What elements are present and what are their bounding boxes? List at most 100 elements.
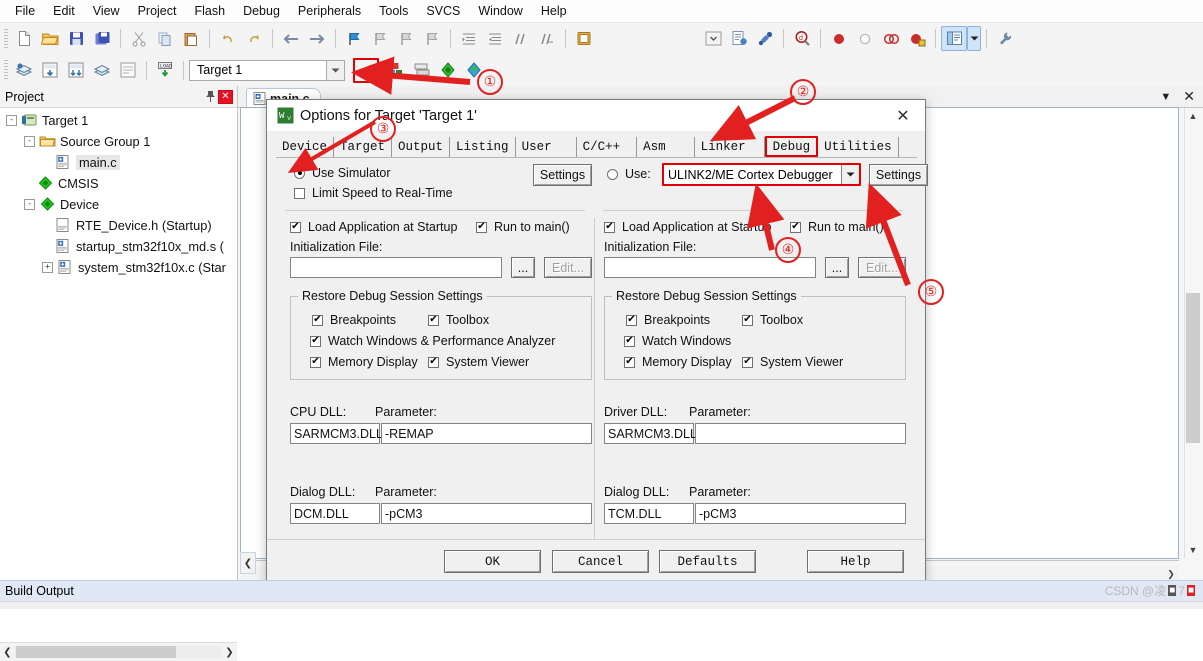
cpu-parameter-input[interactable]: -REMAP [381,423,592,444]
open-folder-icon[interactable] [37,26,63,51]
dialog-tab-debug[interactable]: Debug [764,136,819,157]
menu-item-window[interactable]: Window [469,1,531,21]
left-browse-button[interactable]: ... [511,257,535,278]
dialog-tab-c-c[interactable]: C/C++ [577,137,638,157]
driver-dll-input[interactable]: SARMCM3.DLL [604,423,697,444]
copy-icon[interactable] [152,26,178,51]
target-selector-value[interactable]: Target 1 [189,59,326,81]
debugger-select[interactable]: ULINK2/ME Cortex Debugger [662,163,861,186]
tree-item-startup-stm32f10x-md-s[interactable]: startup_stm32f10x_md.s ( [0,236,237,257]
dialog-tab-asm[interactable]: Asm [637,137,695,157]
options-for-target-icon[interactable] [353,57,379,83]
dialog-tab-user[interactable]: User [516,137,577,157]
chevron-down-icon[interactable] [326,59,345,81]
help-button[interactable]: Help [807,550,904,573]
left-restore-toolbox[interactable]: Toolbox [428,313,489,327]
tree-item-system-stm32f10x-c-star[interactable]: + system_stm32f10x.c (Star [0,257,237,278]
project-tree[interactable]: - Target 1- Source Group 1 main.c CMSIS - Devi… [0,110,237,278]
close-icon[interactable]: ✕ [218,89,233,104]
cpu-dll-input[interactable]: SARMCM3.DLL [290,423,383,444]
comment-icon[interactable] [508,26,534,51]
menu-item-file[interactable]: File [6,1,44,21]
right-run-to-main-checkbox[interactable]: Run to main() [790,220,884,234]
defaults-button[interactable]: Defaults [659,550,756,573]
debugger-settings-button[interactable]: Settings [869,164,928,186]
expand-node-icon[interactable]: + [42,262,53,273]
dialog-tab-output[interactable]: Output [392,137,451,157]
hscroll-track[interactable] [15,646,222,658]
toolbar-grip[interactable] [4,28,8,49]
chevron-down-icon[interactable] [841,165,859,184]
menu-item-view[interactable]: View [84,1,129,21]
bookmark-clear-icon[interactable] [419,26,445,51]
translate-icon[interactable] [11,58,37,83]
tree-item-cmsis[interactable]: CMSIS [0,173,237,194]
redo-icon[interactable] [241,26,267,51]
save-icon[interactable] [63,26,89,51]
dialog-title-bar[interactable]: Wv Options for Target 'Target 1' ✕ [267,100,925,131]
driver-parameter-input[interactable] [695,423,906,444]
download-icon[interactable]: LOAD [152,58,178,83]
collapse-left-icon[interactable]: ❮ [240,552,256,574]
collapse-node-icon[interactable]: - [24,136,35,147]
dialog-tab-utilities[interactable]: Utilities [818,137,899,157]
pack-installer-icon[interactable] [435,58,461,83]
dialog-tab-device[interactable]: Device [276,137,335,157]
debug-settings-icon[interactable] [752,26,778,51]
dialog-tab-linker[interactable]: Linker [695,137,765,157]
save-all-icon[interactable] [89,26,115,51]
right-restore-toolbox[interactable]: Toolbox [742,313,803,327]
cancel-button[interactable]: Cancel [552,550,649,573]
editor-vscrollbar[interactable]: ▲ ▼ [1184,108,1201,558]
menu-item-debug[interactable]: Debug [234,1,289,21]
uncomment-icon[interactable] [534,26,560,51]
simulator-settings-button[interactable]: Settings [533,164,592,186]
undo-icon[interactable] [215,26,241,51]
navigate-back-icon[interactable] [278,26,304,51]
left-restore-memory-display[interactable]: Memory Display [310,355,418,369]
new-file-icon[interactable] [11,26,37,51]
left-restore-system-viewer[interactable]: System Viewer [428,355,529,369]
tree-item-source-group-1[interactable]: - Source Group 1 [0,131,237,152]
right-dialog-parameter-input[interactable]: -pCM3 [695,503,906,524]
indent-icon[interactable] [456,26,482,51]
open-in-window-icon[interactable] [571,26,597,51]
close-icon[interactable]: ✕ [1183,88,1195,105]
right-browse-button[interactable]: ... [825,257,849,278]
kill-all-breakpoints-icon[interactable] [878,26,904,51]
configure-icon[interactable] [726,26,752,51]
rebuild-icon[interactable] [63,58,89,83]
disable-all-breakpoints-icon[interactable] [904,26,930,51]
menu-item-edit[interactable]: Edit [44,1,84,21]
dialog-tab-listing[interactable]: Listing [450,137,516,157]
left-restore-breakpoints[interactable]: Breakpoints [312,313,396,327]
bookmark-next-icon[interactable] [393,26,419,51]
ok-button[interactable]: OK [444,550,541,573]
pin-icon[interactable] [202,89,218,105]
left-dialog-parameter-input[interactable]: -pCM3 [381,503,592,524]
right-restore-memory-display[interactable]: Memory Display [624,355,732,369]
close-icon[interactable]: ✕ [881,100,925,131]
left-restore-watch-windows[interactable]: Watch Windows & Performance Analyzer [310,334,555,348]
menu-item-flash[interactable]: Flash [185,1,234,21]
toolbar-grip[interactable] [4,60,8,80]
menu-item-tools[interactable]: Tools [370,1,417,21]
right-restore-system-viewer[interactable]: System Viewer [742,355,843,369]
project-hscrollbar[interactable]: ❮ ❯ [0,642,237,661]
use-simulator-radio[interactable]: Use Simulator [294,166,391,180]
dialog-tab-bar[interactable]: Device Target Output Listing User C/C++ Asm Lin… [276,135,916,157]
vscroll-thumb[interactable] [1186,293,1200,443]
tree-item-device[interactable]: - Device [0,194,237,215]
use-debugger-radio[interactable]: Use: [607,167,651,181]
right-restore-breakpoints[interactable]: Breakpoints [626,313,710,327]
navigate-forward-icon[interactable] [304,26,330,51]
left-dialog-dll-input[interactable]: DCM.DLL [290,503,380,524]
bookmark-toggle-icon[interactable] [341,26,367,51]
manage-project-items-icon[interactable] [383,58,409,83]
stop-build-icon[interactable] [115,58,141,83]
build-icon[interactable] [37,58,63,83]
find-in-files-icon[interactable]: d [789,26,815,51]
multi-project-icon[interactable] [409,58,435,83]
limit-speed-checkbox[interactable]: Limit Speed to Real-Time [294,186,453,200]
right-load-app-checkbox[interactable]: Load Application at Startup [604,220,771,234]
